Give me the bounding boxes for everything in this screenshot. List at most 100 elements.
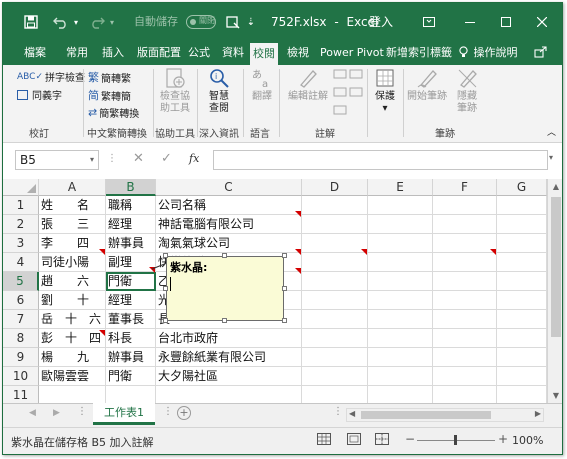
to-simplified-button[interactable]: 简 繁轉簡: [88, 87, 131, 103]
cell[interactable]: [433, 348, 497, 367]
undo-dropdown-icon[interactable]: ▾: [71, 3, 81, 41]
tab-review[interactable]: 校閱: [250, 43, 278, 65]
cell[interactable]: 門衛: [106, 367, 156, 386]
row-header[interactable]: 6: [3, 291, 39, 310]
tab-power-pivot[interactable]: Power Pivot: [317, 41, 387, 65]
cell[interactable]: [433, 310, 497, 329]
cell[interactable]: [302, 367, 368, 386]
cell[interactable]: [302, 291, 368, 310]
cell[interactable]: [433, 272, 497, 291]
column-header-f[interactable]: F: [433, 179, 497, 196]
cell[interactable]: [497, 367, 547, 386]
translate-button[interactable]: あa 翻譯: [247, 67, 277, 103]
cell[interactable]: 董事長: [106, 310, 156, 329]
tab-home[interactable]: 常用: [63, 41, 91, 65]
ribbon-display-icon[interactable]: [417, 3, 441, 41]
page-break-view-icon[interactable]: [375, 433, 389, 448]
previous-comment-icon[interactable]: [349, 69, 363, 81]
cell[interactable]: [368, 272, 433, 291]
cell[interactable]: [302, 272, 368, 291]
cell[interactable]: [302, 253, 368, 272]
cell[interactable]: [368, 215, 433, 234]
new-sheet-icon[interactable]: +: [177, 406, 191, 420]
zoom-slider-thumb[interactable]: [454, 435, 457, 445]
cell[interactable]: 彭 十 四: [39, 329, 106, 348]
cell[interactable]: 辦事員: [106, 348, 156, 367]
enter-formula-icon[interactable]: ✓: [161, 151, 172, 166]
cell[interactable]: [368, 310, 433, 329]
cell[interactable]: [302, 234, 368, 253]
scroll-up-icon[interactable]: ▲: [548, 182, 562, 191]
cell[interactable]: [497, 291, 547, 310]
column-header-c[interactable]: C: [156, 179, 302, 196]
active-cell-b5[interactable]: 門衛: [106, 272, 156, 291]
cell[interactable]: 職稱: [106, 196, 156, 215]
comment-resize-handle[interactable]: [222, 318, 227, 323]
smart-lookup-button[interactable]: i 智慧 查閱: [201, 67, 237, 115]
cell[interactable]: 趙 六: [39, 272, 106, 291]
zoom-in-icon[interactable]: +: [498, 432, 508, 446]
show-all-comments-icon[interactable]: [333, 105, 347, 117]
check-accessibility-button[interactable]: 檢查協 助工具: [156, 67, 194, 115]
comment-resize-handle[interactable]: [163, 286, 168, 291]
scroll-down-icon[interactable]: ▼: [548, 391, 562, 400]
tab-new-tab[interactable]: 新增索引標籤: [383, 41, 455, 65]
cell[interactable]: 岳 十 六: [39, 310, 106, 329]
cell[interactable]: 科長: [106, 329, 156, 348]
start-inking-button[interactable]: 開始筆跡: [406, 67, 448, 103]
vertical-scroll-thumb[interactable]: [551, 197, 561, 337]
cell[interactable]: 淘氣氣球公司: [156, 234, 302, 253]
comment-resize-handle[interactable]: [282, 286, 287, 291]
redo-icon[interactable]: [87, 3, 107, 41]
next-sheet-icon[interactable]: ▶: [53, 408, 60, 418]
column-header-e[interactable]: E: [368, 179, 433, 196]
name-box[interactable]: B5 ▾: [15, 150, 99, 170]
autosave-toggle[interactable]: 關閉: [185, 3, 217, 41]
cell[interactable]: [497, 215, 547, 234]
tab-page-layout[interactable]: 版面配置: [134, 41, 184, 65]
row-header[interactable]: 10: [3, 367, 39, 386]
row-header[interactable]: 8: [3, 329, 39, 348]
cell[interactable]: [433, 367, 497, 386]
comment-resize-handle[interactable]: [163, 318, 168, 323]
cell[interactable]: [497, 348, 547, 367]
maximize-icon[interactable]: [494, 3, 518, 41]
cell[interactable]: [302, 215, 368, 234]
tab-view[interactable]: 檢視: [284, 41, 312, 65]
cell[interactable]: 歐陽雲雲: [39, 367, 106, 386]
undo-icon[interactable]: [51, 3, 71, 41]
column-header-g[interactable]: G: [497, 179, 547, 196]
sheet-tab-1[interactable]: 工作表1: [93, 403, 155, 425]
hide-ink-button[interactable]: 隱藏 筆跡: [450, 67, 484, 115]
normal-view-icon[interactable]: [317, 433, 331, 448]
vertical-scrollbar[interactable]: ▲ ▼: [547, 179, 562, 403]
cell[interactable]: [497, 253, 547, 272]
signin-link[interactable]: 登入: [369, 3, 393, 41]
quick-access-file-icon[interactable]: [223, 3, 243, 41]
cell[interactable]: [368, 348, 433, 367]
row-header[interactable]: 3: [3, 234, 39, 253]
horizontal-scroll-thumb[interactable]: [361, 411, 491, 419]
horizontal-scrollbar[interactable]: ◀ ▶: [346, 408, 544, 422]
to-traditional-button[interactable]: 繁 簡轉繁: [88, 69, 131, 85]
edit-comment-button[interactable]: 編輯註解: [283, 67, 333, 103]
comment-resize-handle[interactable]: [282, 318, 287, 323]
cell[interactable]: 大夕陽社區: [156, 367, 302, 386]
tab-data[interactable]: 資料: [219, 41, 247, 65]
redo-dropdown-icon[interactable]: ▾: [107, 3, 117, 41]
cell[interactable]: [433, 291, 497, 310]
show-comment-icon[interactable]: [349, 87, 363, 99]
cell[interactable]: [497, 196, 547, 215]
zoom-level[interactable]: 100%: [512, 434, 543, 447]
cell[interactable]: [433, 215, 497, 234]
collapse-ribbon-icon[interactable]: ︿: [547, 125, 556, 138]
cell[interactable]: [497, 234, 547, 253]
share-icon[interactable]: [531, 41, 551, 65]
cell[interactable]: 劉 十: [39, 291, 106, 310]
spelling-button[interactable]: ABC✓ 拼字檢查: [17, 69, 85, 85]
cell[interactable]: [302, 348, 368, 367]
cell[interactable]: 經理: [106, 291, 156, 310]
cell[interactable]: 永豐餘紙業有限公司: [156, 348, 302, 367]
tab-formulas[interactable]: 公式: [185, 41, 213, 65]
cell[interactable]: [497, 329, 547, 348]
